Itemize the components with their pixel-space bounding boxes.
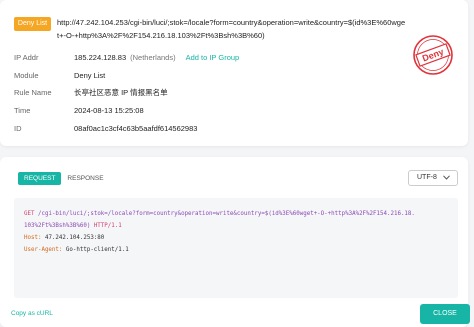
close-button[interactable]: CLOSE bbox=[420, 304, 470, 324]
time-value: 2024-08-13 15:25:08 bbox=[74, 106, 144, 115]
user-agent-header-value: Go-http-client/1.1 bbox=[65, 247, 129, 253]
user-agent-header-key: User-Agent: bbox=[24, 247, 63, 253]
module-label: Module bbox=[14, 71, 39, 80]
copy-as-curl-link[interactable]: Copy as cURL bbox=[11, 310, 53, 317]
time-label: Time bbox=[14, 106, 31, 115]
encoding-select[interactable]: UTF-8 bbox=[408, 170, 458, 186]
request-url: http://47.242.104.253/cgi-bin/luci/;stok… bbox=[57, 18, 406, 40]
add-to-ip-group-link[interactable]: Add to IP Group bbox=[186, 53, 240, 62]
chevron-down-icon bbox=[443, 175, 450, 180]
http-path-line2: 103%2Ft%3Bsh%3B%60) bbox=[24, 223, 91, 229]
host-header-key: Host: bbox=[24, 235, 42, 241]
ip-country: (Netherlands) bbox=[130, 53, 176, 62]
tab-response[interactable]: RESPONSE bbox=[61, 172, 109, 185]
ip-value-group: 185.224.128.83 (Netherlands) Add to IP Gro… bbox=[74, 52, 239, 64]
id-value: 08af0ac1c3cf4c63b5aafdf614562983 bbox=[74, 124, 198, 133]
http-version: HTTP/1.1 bbox=[93, 223, 122, 229]
module-value: Deny List bbox=[74, 71, 106, 80]
detail-card: Deny List http://47.242.104.253/cgi-bin/… bbox=[0, 0, 468, 146]
request-raw: GET /cgi-bin/luci/;stok=/locale?form=cou… bbox=[14, 198, 458, 298]
tab-request[interactable]: REQUEST bbox=[18, 172, 62, 185]
encoding-value: UTF-8 bbox=[417, 174, 437, 181]
request-tabs: REQUEST RESPONSE bbox=[18, 172, 110, 185]
ip-value: 185.224.128.83 bbox=[74, 53, 127, 62]
ip-label: IP Addr bbox=[14, 53, 39, 62]
deny-stamp-icon: Deny bbox=[413, 35, 453, 75]
http-path-line1: /cgi-bin/luci/;stok=/locale?form=country… bbox=[37, 211, 415, 217]
deny-list-badge: Deny List bbox=[14, 17, 51, 31]
host-header-value: 47.242.104.253:80 bbox=[44, 235, 105, 241]
id-label: ID bbox=[14, 124, 22, 133]
rule-label: Rule Name bbox=[14, 88, 52, 97]
rule-value: 长亭社区恶意 IP 情报黑名单 bbox=[74, 88, 168, 97]
http-method: GET bbox=[24, 211, 35, 217]
